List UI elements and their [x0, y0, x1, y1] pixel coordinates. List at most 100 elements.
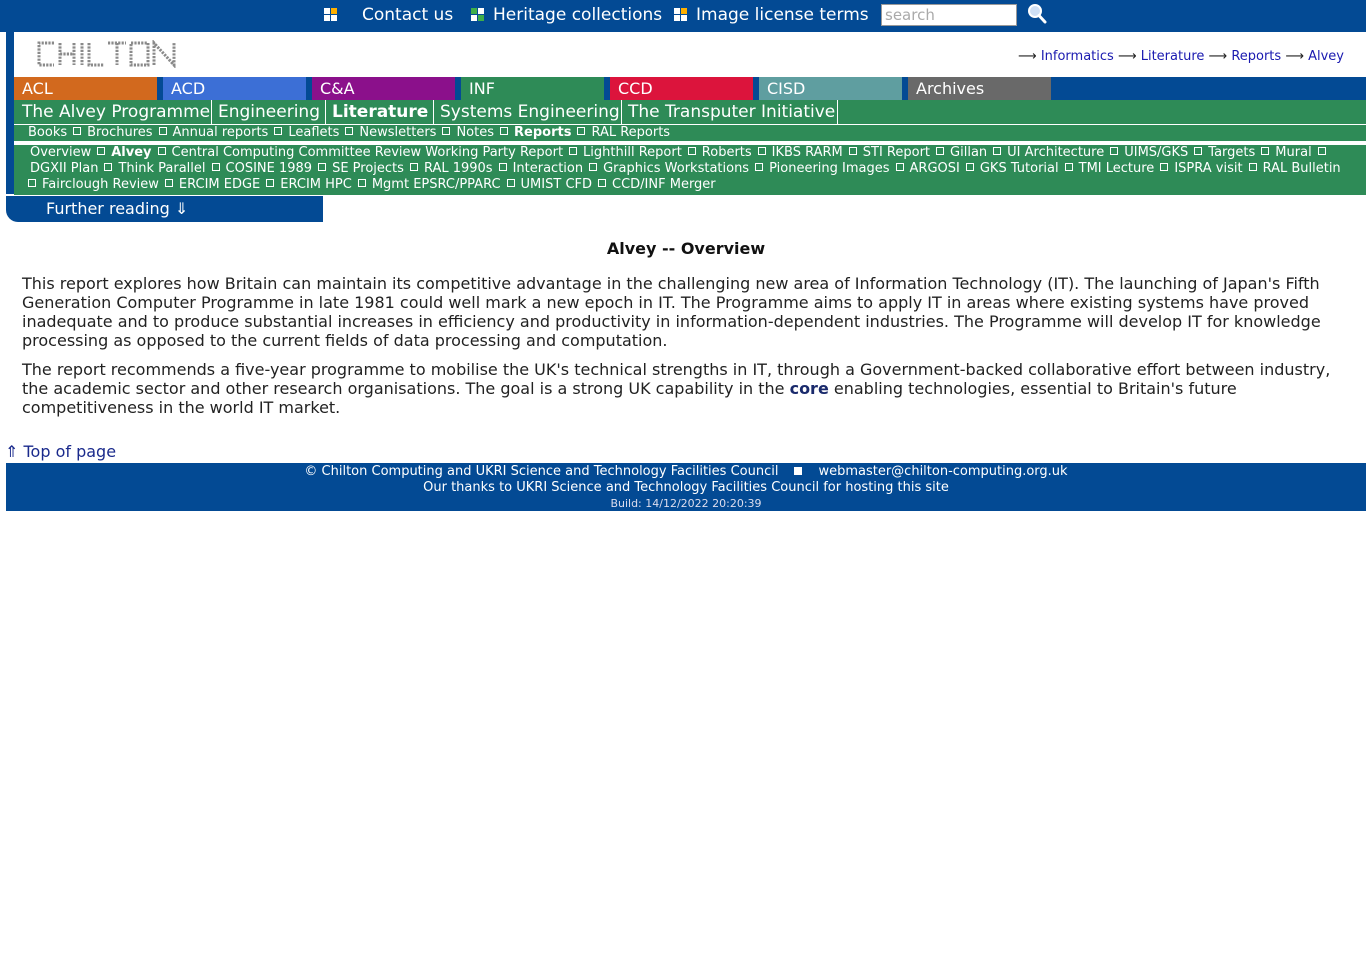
tab-ca[interactable]: C&A: [312, 77, 455, 100]
report-link-targets[interactable]: Targets: [1208, 145, 1255, 160]
lit-nav-brochures[interactable]: Brochures: [87, 125, 152, 140]
lit-nav-notes[interactable]: Notes: [456, 125, 494, 140]
report-link-ispra-visit[interactable]: ISPRA visit: [1174, 161, 1242, 176]
separator: [848, 147, 857, 155]
subnav-literature[interactable]: Literature: [326, 100, 434, 124]
top-bar: Contact us Heritage collections Image li…: [0, 0, 1366, 32]
build-info: Build: 14/12/2022 20:20:39: [610, 497, 762, 510]
tab-archives[interactable]: Archives: [908, 77, 1051, 100]
separator: [1261, 147, 1270, 155]
report-link-fairclough-review[interactable]: Fairclough Review: [42, 177, 159, 192]
lit-nav-books[interactable]: Books: [28, 125, 67, 140]
section-nav: The Alvey Programme Engineering Literatu…: [14, 100, 1366, 125]
report-link-umist-cfd[interactable]: UMIST CFD: [521, 177, 592, 192]
report-link-think-parallel[interactable]: Think Parallel: [118, 161, 205, 176]
report-link-uims-gks[interactable]: UIMS/GKS: [1124, 145, 1188, 160]
thanks-text: Our thanks to UKRI Science and Technolog…: [423, 480, 949, 495]
report-link-ikbs-rarm[interactable]: IKBS RARM: [772, 145, 843, 160]
separator: [1110, 147, 1119, 155]
separator: [506, 179, 515, 187]
top-of-page-link[interactable]: ⇑ Top of page: [5, 442, 116, 461]
lit-nav-ral-reports[interactable]: RAL Reports: [591, 125, 670, 140]
lit-nav-newsletters[interactable]: Newsletters: [359, 125, 436, 140]
chilton-logo[interactable]: [36, 39, 178, 72]
tab-inf[interactable]: INF: [461, 77, 604, 100]
lit-nav-leaflets[interactable]: Leaflets: [288, 125, 339, 140]
reports-nav: Overview Alvey Central Computing Committee…: [14, 145, 1366, 195]
separator: [28, 179, 36, 187]
further-reading-button[interactable]: Further reading ⇓: [6, 196, 323, 222]
report-link-ui-architecture[interactable]: UI Architecture: [1007, 145, 1104, 160]
separator: [1064, 163, 1073, 171]
separator: [993, 147, 1002, 155]
contact-us-link[interactable]: Contact us: [362, 5, 453, 25]
page-title: Alvey -- Overview: [606, 239, 766, 258]
separator: [598, 179, 607, 187]
report-link-se-projects[interactable]: SE Projects: [332, 161, 404, 176]
separator: [755, 163, 764, 171]
footer-line: © Chilton Computing and UKRI Science and…: [6, 464, 1366, 479]
tab-acd[interactable]: ACD: [163, 77, 306, 100]
report-link-gillan[interactable]: Gillan: [950, 145, 987, 160]
copyright-text: © Chilton Computing and UKRI Science and…: [304, 464, 779, 479]
lit-nav-annual-reports[interactable]: Annual reports: [173, 125, 269, 140]
separator: [895, 163, 904, 171]
separator: [158, 127, 167, 135]
report-link-ral-1990s[interactable]: RAL 1990s: [424, 161, 493, 176]
report-link-cosine-1989[interactable]: COSINE 1989: [226, 161, 313, 176]
separator: [1248, 163, 1257, 171]
tab-acl[interactable]: ACL: [14, 77, 157, 100]
report-link-tmi-lecture[interactable]: TMI Lecture: [1079, 161, 1155, 176]
report-link-ercim-hpc[interactable]: ERCIM HPC: [280, 177, 352, 192]
breadcrumb-arrow: ⟶: [1208, 49, 1228, 64]
webmaster-email-link[interactable]: webmaster@chilton-computing.org.uk: [818, 464, 1067, 479]
separator: [1317, 147, 1326, 155]
report-link-ercim-edge[interactable]: ERCIM EDGE: [179, 177, 260, 192]
report-link-argosi[interactable]: ARGOSI: [910, 161, 960, 176]
report-link-graphics-workstations[interactable]: Graphics Workstations: [603, 161, 749, 176]
subnav-engineering[interactable]: Engineering: [212, 100, 326, 124]
breadcrumb-arrow: ⟶: [1018, 49, 1037, 64]
report-link-ral-bulletin[interactable]: RAL Bulletin: [1263, 161, 1341, 176]
report-link-gks-tutorial[interactable]: GKS Tutorial: [980, 161, 1059, 176]
separator: [274, 127, 283, 135]
report-link-lighthill-report[interactable]: Lighthill Report: [583, 145, 682, 160]
report-link-sti-report[interactable]: STI Report: [863, 145, 930, 160]
tab-ccd[interactable]: CCD: [610, 77, 753, 100]
separator: [409, 163, 418, 171]
report-link-mgmt-epsrc-pparc[interactable]: Mgmt EPSRC/PPARC: [372, 177, 501, 192]
report-link-roberts[interactable]: Roberts: [702, 145, 752, 160]
reports-nav-line: DGXII Plan Think Parallel COSINE 1989 SE Pr…: [30, 161, 1360, 177]
search-icon[interactable]: [1026, 3, 1048, 25]
separator: [73, 127, 82, 135]
separator: [757, 147, 766, 155]
breadcrumb-arrow: ⟶: [1285, 49, 1304, 64]
breadcrumb-reports[interactable]: Reports: [1231, 49, 1281, 64]
report-link-pioneering-images[interactable]: Pioneering Images: [769, 161, 889, 176]
frame-edge: [6, 32, 14, 194]
subnav-alvey-programme[interactable]: The Alvey Programme: [16, 100, 212, 124]
report-link-dgxii-plan[interactable]: DGXII Plan: [30, 161, 98, 176]
lit-nav-reports[interactable]: Reports: [514, 125, 571, 140]
report-link-interaction[interactable]: Interaction: [513, 161, 584, 176]
report-link-ccd-inf-merger[interactable]: CCD/INF Merger: [612, 177, 716, 192]
grid-icon: [674, 8, 687, 21]
report-link-mural[interactable]: Mural: [1275, 145, 1311, 160]
breadcrumb-informatics[interactable]: Informatics: [1041, 49, 1114, 64]
subnav-transputer-initiative[interactable]: The Transputer Initiative: [622, 100, 838, 124]
report-link-overview[interactable]: Overview: [30, 145, 91, 160]
subnav-systems-engineering[interactable]: Systems Engineering: [434, 100, 622, 124]
separator: [936, 147, 945, 155]
image-license-link[interactable]: Image license terms: [696, 5, 869, 25]
breadcrumb-alvey[interactable]: Alvey: [1308, 49, 1344, 64]
tab-cisd[interactable]: CISD: [759, 77, 902, 100]
breadcrumb-arrow: ⟶: [1117, 49, 1137, 64]
separator: [164, 179, 173, 187]
breadcrumb-literature[interactable]: Literature: [1141, 49, 1205, 64]
search-input[interactable]: [881, 4, 1017, 26]
separator: [104, 163, 113, 171]
report-link-central-computing-committee-review-working-party-report[interactable]: Central Computing Committee Review Worki…: [172, 145, 564, 160]
report-link-alvey[interactable]: Alvey: [111, 145, 151, 160]
separator: [1194, 147, 1203, 155]
heritage-collections-link[interactable]: Heritage collections: [493, 5, 662, 25]
